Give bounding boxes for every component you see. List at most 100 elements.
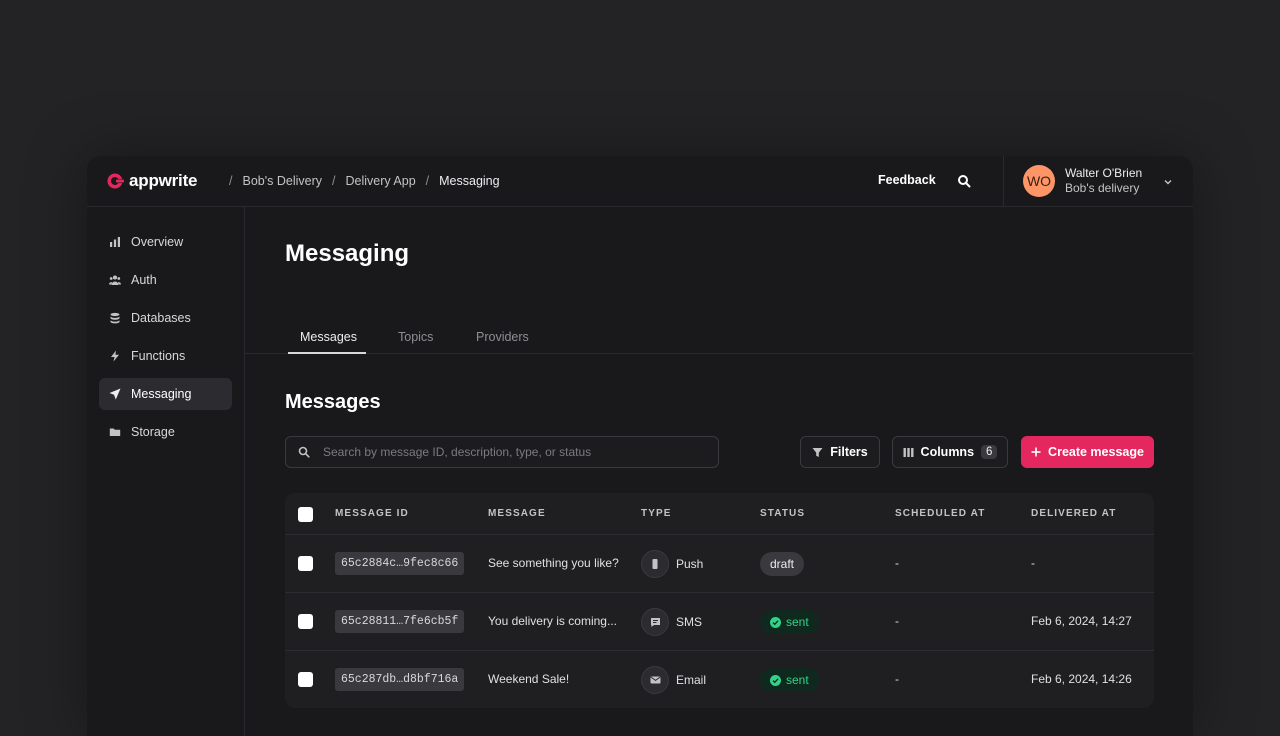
create-message-label: Create message — [1048, 445, 1144, 459]
delivered-at: - — [1031, 556, 1035, 570]
appwrite-logo[interactable]: appwrite — [105, 171, 198, 191]
sidebar-item-storage[interactable]: Storage — [99, 416, 232, 448]
delivered-at: Feb 6, 2024, 14:27 — [1031, 614, 1132, 628]
column-header-type[interactable]: TYPE — [641, 508, 672, 519]
tab-topics[interactable]: Topics — [398, 330, 433, 344]
avatar: WO — [1023, 165, 1055, 197]
search-icon — [298, 446, 310, 458]
message-text: You delivery is coming... — [488, 614, 617, 628]
row-checkbox[interactable] — [298, 556, 313, 571]
row-checkbox[interactable] — [298, 672, 313, 687]
sidebar-item-label: Messaging — [131, 387, 192, 401]
phone-icon — [641, 550, 669, 578]
message-type: Push — [641, 550, 703, 578]
plus-icon — [1031, 447, 1041, 457]
database-icon — [110, 312, 120, 324]
sidebar-item-messaging[interactable]: Messaging — [99, 378, 232, 410]
columns-label: Columns — [920, 445, 975, 459]
message-id-chip[interactable]: 65c287db…d8bf716a — [335, 668, 465, 691]
column-header-delivered-at[interactable]: DELIVERED AT — [1031, 508, 1116, 519]
column-header-scheduled-at[interactable]: SCHEDULED AT — [895, 508, 985, 519]
user-name: Walter O'Brien — [1065, 166, 1143, 180]
message-type: SMS — [641, 608, 702, 636]
tab-providers[interactable]: Providers — [476, 330, 529, 344]
top-bar: appwrite / Bob's Delivery / Delivery App… — [87, 156, 1193, 207]
lightning-icon — [111, 350, 119, 362]
user-info: Walter O'Brien Bob's delivery — [1065, 166, 1142, 196]
message-id-chip[interactable]: 65c2884c…9fec8c66 — [335, 552, 465, 575]
sidebar-item-databases[interactable]: Databases — [99, 302, 232, 334]
sidebar-item-label: Storage — [131, 425, 175, 439]
columns-icon — [903, 447, 914, 457]
columns-count-badge: 6 — [981, 445, 998, 459]
column-header-message-id[interactable]: MESSAGE ID — [335, 508, 409, 519]
message-type-label: Email — [676, 673, 707, 687]
breadcrumb-separator: / — [331, 174, 336, 188]
filters-button[interactable]: Filters — [800, 436, 880, 468]
status-label: sent — [786, 673, 809, 687]
header-divider — [1003, 156, 1004, 207]
app-window: appwrite / Bob's Delivery / Delivery App… — [87, 156, 1193, 736]
messages-table: MESSAGE ID MESSAGE TYPE STATUS SCHEDULED… — [285, 493, 1154, 708]
bar-chart-icon — [110, 237, 120, 247]
column-header-message[interactable]: MESSAGE — [488, 508, 546, 519]
row-checkbox[interactable] — [298, 614, 313, 629]
sidebar-item-overview[interactable]: Overview — [99, 226, 232, 258]
breadcrumb-project[interactable]: Delivery App — [345, 174, 415, 188]
feedback-button[interactable]: Feedback — [878, 173, 936, 187]
status-badge: sent — [760, 610, 819, 634]
user-org: Bob's delivery — [1065, 181, 1140, 195]
check-circle-icon — [770, 674, 781, 686]
search-box — [285, 436, 719, 468]
mail-icon — [641, 666, 669, 694]
message-text: Weekend Sale! — [488, 672, 570, 686]
table-header: MESSAGE ID MESSAGE TYPE STATUS SCHEDULED… — [285, 493, 1154, 535]
sidebar-item-label: Overview — [131, 235, 184, 249]
appwrite-logo-icon — [107, 173, 124, 189]
chat-icon — [641, 608, 669, 636]
breadcrumb-separator: / — [229, 174, 233, 188]
breadcrumb-current: Messaging — [439, 174, 500, 188]
check-circle-icon — [770, 616, 781, 628]
delivered-at: Feb 6, 2024, 14:26 — [1031, 672, 1132, 686]
table-row[interactable]: 65c287db…d8bf716a Weekend Sale! Email se… — [285, 651, 1154, 708]
chevron-down-icon[interactable] — [1164, 178, 1172, 186]
message-id-chip[interactable]: 65c28811…7fe6cb5f — [335, 610, 465, 633]
status-badge: draft — [760, 552, 805, 576]
scheduled-at: - — [895, 614, 899, 628]
user-menu[interactable]: WO Walter O'Brien Bob's delivery — [1023, 165, 1142, 197]
sidebar-item-auth[interactable]: Auth — [99, 264, 232, 296]
tab-messages[interactable]: Messages — [300, 330, 357, 344]
send-icon — [109, 388, 121, 400]
message-type: Email — [641, 666, 706, 694]
select-all-checkbox[interactable] — [298, 507, 313, 522]
scheduled-at: - — [895, 556, 899, 570]
columns-button[interactable]: Columns 6 — [892, 436, 1008, 468]
sidebar-item-label: Auth — [131, 273, 157, 287]
status-badge: sent — [760, 668, 819, 692]
status-label: sent — [786, 615, 809, 629]
create-message-button[interactable]: Create message — [1021, 436, 1154, 468]
message-type-label: Push — [676, 557, 704, 571]
column-header-status[interactable]: STATUS — [760, 508, 805, 519]
message-type-label: SMS — [676, 615, 703, 629]
table-row[interactable]: 65c2884c…9fec8c66 See something you like… — [285, 535, 1154, 593]
active-tab-indicator — [288, 352, 366, 354]
search-icon[interactable] — [957, 174, 971, 188]
filter-icon — [812, 447, 823, 457]
sidebar-item-functions[interactable]: Functions — [99, 340, 232, 372]
users-icon — [109, 275, 121, 285]
filters-label: Filters — [830, 445, 868, 459]
table-row[interactable]: 65c28811…7fe6cb5f You delivery is coming… — [285, 593, 1154, 651]
section-title: Messages — [285, 391, 381, 413]
breadcrumb-org[interactable]: Bob's Delivery — [242, 174, 322, 188]
brand-name: appwrite — [129, 171, 198, 190]
search-input[interactable] — [323, 445, 703, 459]
folder-icon — [109, 428, 121, 436]
breadcrumb-separator: / — [425, 174, 430, 188]
sidebar: Overview Auth Databases Functions Messag… — [87, 207, 245, 736]
breadcrumb: / Bob's Delivery / Delivery App / Messag… — [219, 174, 500, 188]
tab-bar: Messages Topics Providers — [245, 324, 1193, 354]
status-label: draft — [770, 557, 795, 571]
page-title: Messaging — [285, 240, 410, 267]
